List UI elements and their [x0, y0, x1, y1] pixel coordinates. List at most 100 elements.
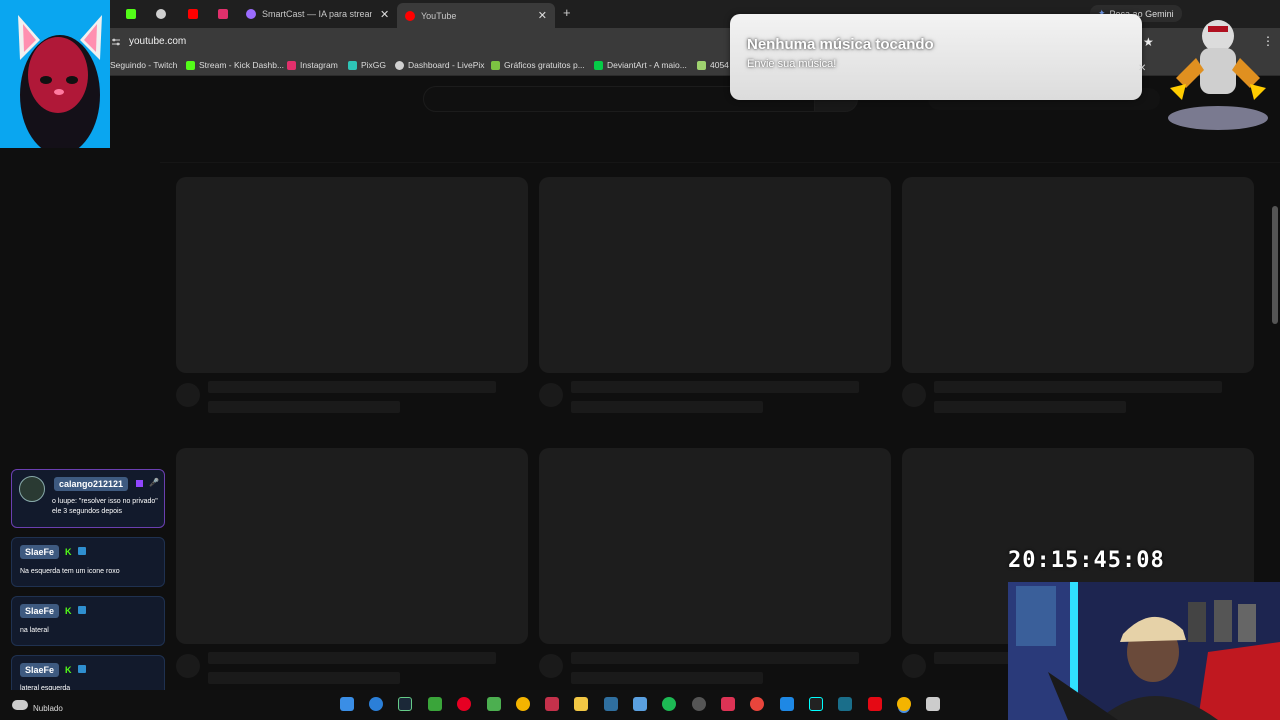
chrome-icon[interactable] — [897, 697, 911, 711]
pinterest-icon[interactable] — [457, 697, 471, 711]
meta-placeholder — [571, 401, 763, 413]
avatar-placeholder — [902, 383, 926, 407]
globe-icon — [395, 60, 404, 70]
bookmark-livepix[interactable]: Dashboard - LivePix — [395, 60, 485, 70]
avatar-placeholder — [176, 383, 200, 407]
instagram-icon — [287, 60, 296, 70]
meta-placeholder — [934, 401, 1126, 413]
bookmark-label: Dashboard - LivePix — [408, 60, 485, 70]
obs-icon[interactable] — [692, 697, 706, 711]
title-placeholder — [934, 381, 1222, 393]
bookmark-label: Gráficos gratuitos p... — [504, 60, 585, 70]
folder-icon[interactable] — [574, 697, 588, 711]
b-app-icon[interactable] — [487, 697, 501, 711]
cat-filter-face-image — [0, 0, 110, 148]
tab-youtube[interactable]: YouTube ✕ — [397, 3, 555, 28]
chat-username: SlaeFe — [20, 545, 60, 559]
thumbnail-placeholder — [902, 177, 1254, 373]
bookmark-deviantart[interactable]: DeviantArt - A maio... — [594, 60, 687, 70]
edge-icon[interactable] — [369, 697, 383, 711]
kick-icon — [126, 9, 136, 19]
thumbnail-placeholder — [539, 448, 891, 644]
webcam-overlay — [1008, 582, 1280, 720]
notification-title: Nenhuma música tocando — [747, 36, 934, 53]
facecam-overlay — [0, 0, 110, 148]
title-placeholder — [208, 381, 496, 393]
chat-text: na lateral — [20, 627, 49, 634]
divider — [160, 162, 1280, 163]
bookmark-label: 4054 — [710, 60, 729, 70]
bookmark-pixgg[interactable]: PixGG — [348, 60, 386, 70]
bookmark-label: Instagram — [300, 60, 338, 70]
cloud-icon — [12, 700, 28, 710]
spotify-icon[interactable] — [662, 697, 676, 711]
bookmark-graficos[interactable]: Gráficos gratuitos p... — [491, 60, 585, 70]
mic-icon: 🎤 — [149, 478, 159, 487]
tab-label: SmartCast — IA para streamers — [262, 9, 372, 19]
bookmark-star-icon[interactable]: ★ — [1143, 35, 1154, 49]
badge-icon — [78, 665, 86, 673]
pinned-tab-youtube[interactable] — [182, 4, 204, 24]
pinned-tab-globe[interactable] — [150, 4, 172, 24]
chat-message: SlaeFe K na lateral — [11, 596, 165, 646]
bookmark-twitch[interactable]: Seguindo - Twitch — [110, 60, 177, 70]
pixgg-icon — [348, 60, 357, 70]
weather-label: Nublado — [33, 704, 63, 713]
bookmark-label: Stream - Kick Dashb... — [199, 60, 285, 70]
bookmark-instagram[interactable]: Instagram — [287, 60, 338, 70]
bookmark-label: PixGG — [361, 60, 387, 70]
thumbnail-placeholder — [176, 177, 528, 373]
instagram-icon — [218, 9, 228, 19]
adobe-icon[interactable] — [545, 697, 559, 711]
meta-placeholder — [208, 672, 400, 684]
bookmark-4054[interactable]: 4054 — [697, 60, 729, 70]
photos-icon[interactable] — [750, 697, 764, 711]
tab-smartcast[interactable]: SmartCast — IA para streamers ✕ — [246, 4, 394, 24]
meta-placeholder — [208, 401, 400, 413]
app-icon[interactable] — [838, 697, 852, 711]
thumbnail-placeholder — [539, 177, 891, 373]
kick-icon: K — [65, 547, 72, 557]
youtube-icon — [405, 10, 415, 21]
app-icon[interactable] — [604, 697, 618, 711]
steam-icon[interactable] — [398, 697, 412, 711]
pinned-tab-kick[interactable] — [120, 4, 142, 24]
kick-icon: K — [65, 665, 72, 675]
title-placeholder — [571, 652, 859, 664]
app-icon[interactable] — [926, 697, 940, 711]
netflix-icon[interactable] — [868, 697, 882, 711]
chrome-icon[interactable] — [516, 697, 530, 711]
kick-icon — [186, 60, 195, 70]
close-tab-icon[interactable]: ✕ — [538, 9, 547, 22]
thumbnail-placeholder — [176, 448, 528, 644]
stream-clock: 20:15:45:08 — [1008, 548, 1165, 573]
chat-text: Na esquerda tem um icone roxo — [20, 568, 120, 575]
new-tab-button[interactable]: + — [563, 5, 571, 20]
pinned-tab-instagram[interactable] — [212, 4, 234, 24]
frog-icon — [697, 60, 706, 70]
scrollbar[interactable] — [1272, 206, 1278, 324]
avatar-placeholder — [539, 383, 563, 407]
now-playing-notification: Nenhuma música tocando Envie sua música! — [730, 14, 1142, 100]
smartcast-icon — [246, 9, 256, 19]
app-icon[interactable] — [780, 697, 794, 711]
windows-start-icon[interactable] — [340, 697, 354, 711]
url-field[interactable]: youtube.com — [129, 36, 186, 47]
chat-message: calango212121 🎤 o luupe: "resolver isso … — [11, 469, 165, 528]
kick-icon: K — [65, 606, 72, 616]
app-icon[interactable] — [721, 697, 735, 711]
chat-username: SlaeFe — [20, 663, 60, 677]
bookmark-kick[interactable]: Stream - Kick Dashb... — [186, 60, 284, 70]
close-icon[interactable]: ✕ — [1138, 63, 1146, 74]
tiktok-icon[interactable] — [809, 697, 823, 711]
chat-username: calango212121 — [54, 477, 129, 491]
close-tab-icon[interactable]: ✕ — [380, 8, 389, 21]
deviantart-icon — [594, 60, 603, 70]
title-placeholder — [571, 381, 859, 393]
globe-icon — [156, 9, 166, 19]
notepad-icon[interactable] — [633, 697, 647, 711]
site-settings-icon[interactable] — [111, 37, 121, 47]
avatar — [19, 476, 45, 502]
xbox-icon[interactable] — [428, 697, 442, 711]
badge-icon — [78, 547, 86, 555]
